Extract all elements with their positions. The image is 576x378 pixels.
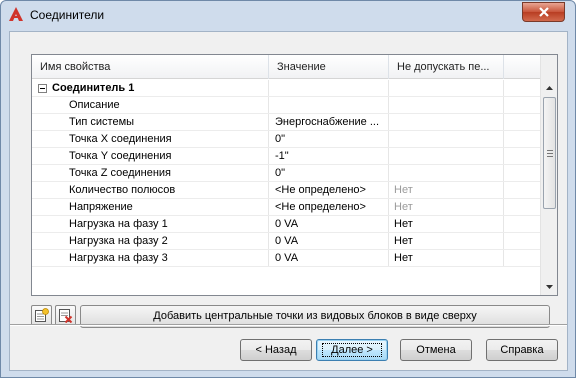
- property-flag[interactable]: [389, 165, 504, 181]
- add-connector-button[interactable]: [31, 305, 52, 326]
- delete-connector-icon: [59, 309, 73, 323]
- property-value[interactable]: 0": [269, 131, 389, 147]
- property-flag[interactable]: [389, 131, 504, 147]
- vertical-scrollbar[interactable]: [540, 55, 557, 295]
- group-label: Соединитель 1: [52, 82, 135, 94]
- help-button[interactable]: Справка: [486, 339, 558, 361]
- back-button[interactable]: < Назад: [240, 339, 312, 361]
- property-value[interactable]: <Не определено>: [269, 182, 389, 198]
- properties-grid: Имя свойства Значение Не допускать пе...…: [31, 54, 558, 296]
- table-row[interactable]: Нагрузка на фазу 3 0 VA Нет: [32, 250, 540, 267]
- window-title: Соединители: [30, 8, 105, 22]
- next-button-label: Далее >: [322, 343, 382, 357]
- arrow-down-icon: [546, 284, 553, 289]
- property-flag[interactable]: [389, 148, 504, 164]
- property-value[interactable]: <Не определено>: [269, 199, 389, 215]
- grid-header: Имя свойства Значение Не допускать пе...: [32, 55, 540, 79]
- property-value[interactable]: 0 VA: [269, 216, 389, 232]
- property-value[interactable]: 0 VA: [269, 250, 389, 266]
- property-value[interactable]: 0": [269, 165, 389, 181]
- property-name: Точка X соединения: [32, 131, 269, 147]
- table-row[interactable]: Напряжение <Не определено> Нет: [32, 199, 540, 216]
- close-icon: [538, 7, 549, 17]
- property-name: Точка Z соединения: [32, 165, 269, 181]
- table-row[interactable]: Нагрузка на фазу 2 0 VA Нет: [32, 233, 540, 250]
- property-flag[interactable]: [389, 114, 504, 130]
- scroll-down-button[interactable]: [541, 278, 557, 295]
- table-row[interactable]: Точка Z соединения 0": [32, 165, 540, 182]
- scrollbar-thumb[interactable]: [543, 97, 556, 209]
- property-name: Тип системы: [32, 114, 269, 130]
- separator: [10, 324, 567, 326]
- property-name: Нагрузка на фазу 3: [32, 250, 269, 266]
- property-flag: Нет: [389, 199, 504, 215]
- property-name: Нагрузка на фазу 1: [32, 216, 269, 232]
- property-name: Описание: [32, 97, 269, 113]
- property-name: Точка Y соединения: [32, 148, 269, 164]
- property-value[interactable]: Энергоснабжение ...: [269, 114, 389, 130]
- property-name: Количество полюсов: [32, 182, 269, 198]
- property-flag[interactable]: Нет: [389, 216, 504, 232]
- column-header-property-name[interactable]: Имя свойства: [32, 55, 269, 79]
- cancel-button[interactable]: Отмена: [400, 339, 472, 361]
- collapse-icon[interactable]: [38, 83, 47, 93]
- dialog-window: Соединители Имя свойства Значение Не доп…: [0, 0, 576, 378]
- table-row[interactable]: Количество полюсов <Не определено> Нет: [32, 182, 540, 199]
- table-row[interactable]: Описание: [32, 97, 540, 114]
- grid-rows: Соединитель 1 Описание Тип системы Энерг…: [32, 80, 540, 267]
- next-button[interactable]: Далее >: [316, 339, 388, 361]
- property-flag[interactable]: [389, 97, 504, 113]
- arrow-up-icon: [546, 85, 553, 90]
- column-header-empty: [504, 55, 540, 79]
- property-name: Напряжение: [32, 199, 269, 215]
- table-row[interactable]: Точка X соединения 0": [32, 131, 540, 148]
- property-value[interactable]: [269, 97, 389, 113]
- close-button[interactable]: [522, 2, 565, 22]
- delete-connector-button[interactable]: [55, 305, 76, 326]
- property-flag: Нет: [389, 182, 504, 198]
- grip-icon: [546, 149, 553, 157]
- property-flag[interactable]: Нет: [389, 233, 504, 249]
- dialog-client-area: Имя свойства Значение Не допускать пе...…: [9, 31, 568, 371]
- group-row-connector-1[interactable]: Соединитель 1: [32, 80, 540, 97]
- table-row[interactable]: Точка Y соединения -1": [32, 148, 540, 165]
- scroll-up-button[interactable]: [541, 79, 557, 96]
- column-header-lock[interactable]: Не допускать пе...: [389, 55, 504, 79]
- table-row[interactable]: Тип системы Энергоснабжение ...: [32, 114, 540, 131]
- property-name: Нагрузка на фазу 2: [32, 233, 269, 249]
- add-connector-icon: [35, 308, 49, 322]
- property-value[interactable]: 0 VA: [269, 233, 389, 249]
- property-flag[interactable]: Нет: [389, 250, 504, 266]
- column-header-value[interactable]: Значение: [269, 55, 389, 79]
- title-bar: Соединители: [1, 1, 575, 29]
- property-value[interactable]: -1": [269, 148, 389, 164]
- autocad-logo-icon: [9, 7, 23, 21]
- table-row[interactable]: Нагрузка на фазу 1 0 VA Нет: [32, 216, 540, 233]
